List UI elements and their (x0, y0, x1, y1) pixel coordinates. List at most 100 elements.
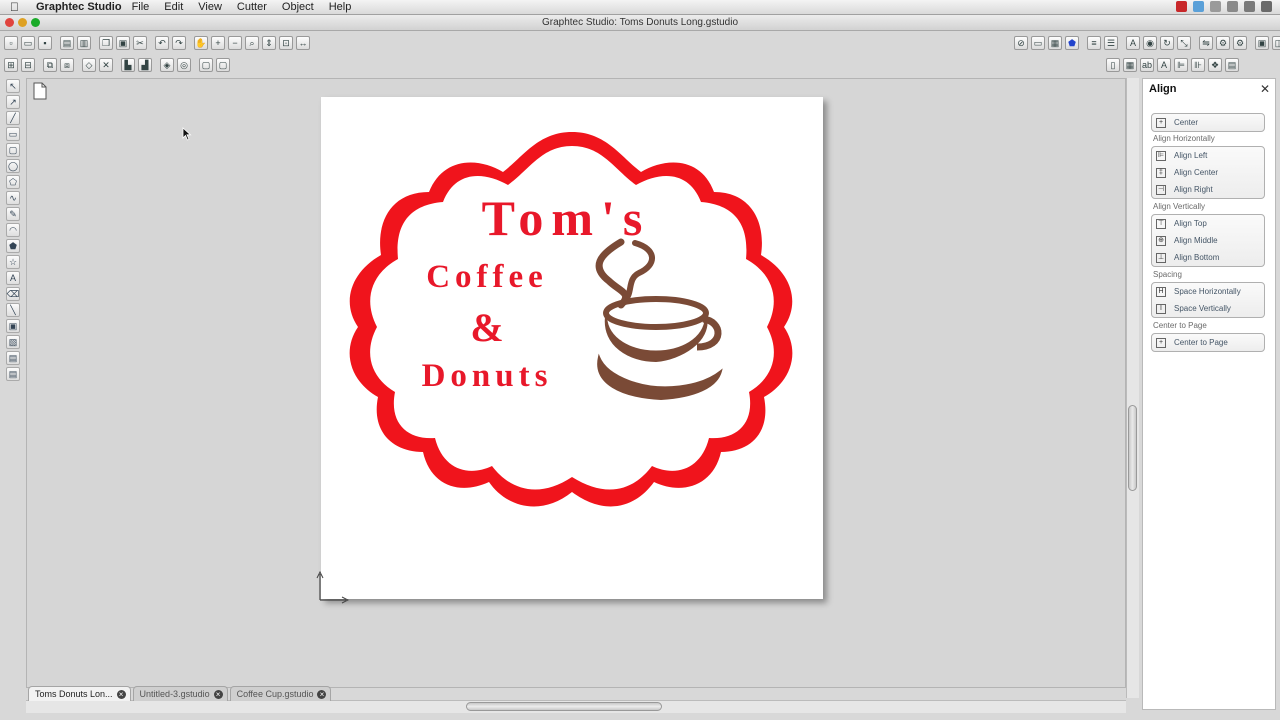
zoom-select-icon[interactable]: ⌕ (245, 36, 259, 50)
text-a-icon[interactable]: A (1157, 58, 1171, 72)
rounded-rect-tool-icon[interactable]: ▢ (6, 143, 20, 157)
star-tool-icon[interactable]: ☆ (6, 255, 20, 269)
pentagon-tool-icon[interactable]: ⬟ (6, 239, 20, 253)
bring-front-icon[interactable]: ▙ (121, 58, 135, 72)
duplicate-icon[interactable]: ⧈ (60, 58, 74, 72)
align-middle-button[interactable]: ⊕ Align Middle (1152, 232, 1264, 249)
fit-width-icon[interactable]: ↔ (296, 36, 310, 50)
red-status-icon[interactable] (1176, 1, 1187, 12)
lock-icon[interactable]: ▢ (199, 58, 213, 72)
center-to-page-button[interactable]: + Center to Page (1152, 334, 1264, 351)
arc-tool-icon[interactable]: ◠ (6, 223, 20, 237)
tab-toms-donuts[interactable]: Toms Donuts Lon... × (28, 686, 131, 701)
app-name-menu[interactable]: Graphtec Studio (36, 1, 122, 13)
fit-page-icon[interactable]: ⊡ (279, 36, 293, 50)
ungroup-icon[interactable]: ⊟ (21, 58, 35, 72)
map-tool-icon[interactable]: ▧ (6, 335, 20, 349)
page-icon[interactable]: ▯ (1106, 58, 1120, 72)
horizontal-scrollbar[interactable] (26, 700, 1126, 713)
polygon-tool-icon[interactable]: ⬠ (6, 175, 20, 189)
zoom-drag-icon[interactable]: ⇕ (262, 36, 276, 50)
window-tool-icon[interactable]: ▣ (6, 319, 20, 333)
curve-tool-icon[interactable]: ∿ (6, 191, 20, 205)
send-back-icon[interactable]: ▟ (138, 58, 152, 72)
coffee-cup-graphic[interactable] (595, 238, 723, 401)
text-tool-icon[interactable]: A (6, 271, 20, 285)
grid-icon[interactable]: ▦ (1048, 36, 1062, 50)
freehand-tool-icon[interactable]: ✎ (6, 207, 20, 221)
select-tool-icon[interactable]: ↖ (6, 79, 20, 93)
line-tool-icon[interactable]: ╱ (6, 111, 20, 125)
network-icon[interactable] (1210, 1, 1221, 12)
battery-icon[interactable] (1227, 1, 1238, 12)
settings-icon[interactable]: ⚙ (1233, 36, 1247, 50)
line-style-icon[interactable]: ⊘ (1014, 36, 1028, 50)
vertical-scrollbar[interactable] (1126, 78, 1139, 698)
line-width-icon[interactable]: ☰ (1104, 36, 1118, 50)
edit-points-icon[interactable]: ↗ (6, 95, 20, 109)
text-coffee[interactable]: Coffee (426, 259, 548, 295)
menu-object[interactable]: Object (282, 1, 314, 13)
undo-icon[interactable]: ↶ (155, 36, 169, 50)
sync-icon[interactable] (1193, 1, 1204, 12)
close-tab-icon[interactable]: × (213, 689, 223, 699)
rectangle-tool-icon[interactable]: ▭ (6, 127, 20, 141)
knife-icon[interactable]: ⚙ (1216, 36, 1230, 50)
scan-icon[interactable]: ▤ (1225, 58, 1239, 72)
align-left-tool-icon[interactable]: ⊫ (1174, 58, 1188, 72)
text-donuts[interactable]: Donuts (422, 358, 553, 394)
unlock-icon[interactable]: ▢ (216, 58, 230, 72)
align-right-button[interactable]: ⊣ Align Right (1152, 181, 1264, 198)
text-style-icon[interactable]: A (1126, 36, 1140, 50)
knife-tool-icon[interactable]: ╲ (6, 303, 20, 317)
line-color-icon[interactable]: ≡ (1087, 36, 1101, 50)
save-icon[interactable]: ▪ (38, 36, 52, 50)
text-ab-icon[interactable]: ab (1140, 58, 1154, 72)
zoom-in-icon[interactable]: + (211, 36, 225, 50)
tab-coffee-cup[interactable]: Coffee Cup.gstudio × (229, 686, 332, 701)
scalloped-badge-outer[interactable] (349, 132, 793, 507)
panel-tool-icon[interactable]: ▤ (6, 351, 20, 365)
align-top-button[interactable]: ⊤ Align Top (1152, 215, 1264, 232)
user-icon[interactable] (1261, 1, 1272, 12)
horizontal-scroll-thumb[interactable] (466, 702, 662, 711)
text-toms[interactable]: Tom's (482, 190, 651, 246)
close-tab-icon[interactable]: × (317, 689, 327, 699)
trace-tool-icon[interactable]: ❖ (1208, 58, 1222, 72)
cut-icon[interactable]: ✂ (133, 36, 147, 50)
send-to-cutter-icon[interactable]: ▥ (77, 36, 91, 50)
fill-color-icon[interactable]: ⬟ (1065, 36, 1079, 50)
rotate-icon[interactable]: ↻ (1160, 36, 1174, 50)
replicate-icon[interactable]: ⧉ (43, 58, 57, 72)
cutter-settings-icon[interactable]: ▣ (1255, 36, 1269, 50)
menu-file[interactable]: File (132, 1, 150, 13)
ellipse-tool-icon[interactable]: ◯ (6, 159, 20, 173)
registration-icon[interactable]: ◎ (177, 58, 191, 72)
close-window-button[interactable] (5, 18, 14, 27)
pan-icon[interactable]: ✋ (194, 36, 208, 50)
print-icon[interactable]: ▤ (60, 36, 74, 50)
preferences-icon[interactable]: ◫ (1272, 36, 1280, 50)
copy-icon[interactable]: ❐ (99, 36, 113, 50)
text-ampersand[interactable]: & (470, 305, 503, 350)
grid-toggle-icon[interactable]: ▦ (1123, 58, 1137, 72)
align-bottom-button[interactable]: ⊥ Align Bottom (1152, 249, 1264, 266)
zoom-window-button[interactable] (31, 18, 40, 27)
vertical-scroll-thumb[interactable] (1128, 405, 1137, 491)
apple-icon[interactable]:  (10, 0, 26, 14)
menu-cutter[interactable]: Cutter (237, 1, 267, 13)
close-icon[interactable]: ✕ (1260, 82, 1270, 96)
zoom-out-icon[interactable]: − (228, 36, 242, 50)
paste-icon[interactable]: ▣ (116, 36, 130, 50)
cutting-mat-page[interactable]: Tom's Coffee & Donuts (321, 97, 823, 599)
align-center-tool-icon[interactable]: ⊪ (1191, 58, 1205, 72)
menu-view[interactable]: View (198, 1, 222, 13)
new-file-icon[interactable]: ▫ (4, 36, 18, 50)
open-file-icon[interactable]: ▭ (21, 36, 35, 50)
delete-icon[interactable]: ✕ (99, 58, 113, 72)
align-center-button[interactable]: ‡ Align Center (1152, 164, 1264, 181)
close-tab-icon[interactable]: × (116, 689, 126, 699)
page-setup-icon[interactable]: ▭ (1031, 36, 1045, 50)
group-icon[interactable]: ⊞ (4, 58, 18, 72)
menu-edit[interactable]: Edit (164, 1, 183, 13)
